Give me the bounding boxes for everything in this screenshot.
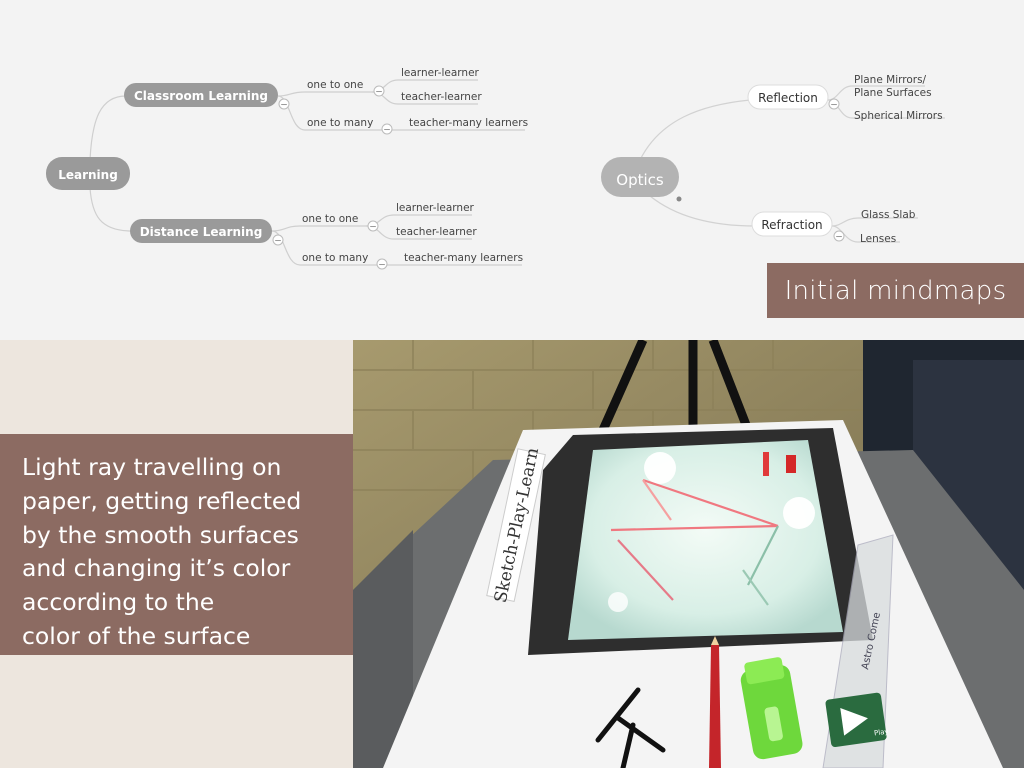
learning-root-node: Learning (46, 157, 130, 190)
svg-text:−: − (274, 237, 282, 247)
distance-one-to-many: one to many (302, 252, 368, 264)
optics-leaf-lenses: Lenses (860, 233, 896, 245)
svg-text:−: − (830, 101, 838, 111)
svg-text:Refraction: Refraction (761, 218, 822, 232)
classroom-one-to-one: one to one (307, 79, 363, 91)
caption-line: according to the (22, 588, 215, 617)
svg-text:Optics: Optics (616, 171, 664, 189)
caption-line: and changing it’s color (22, 554, 291, 583)
initial-mindmaps-caption: Initial mindmaps (767, 263, 1024, 318)
svg-text:−: − (280, 101, 288, 111)
mindmaps-panel: Learning Classroom Learning − Distance L… (0, 0, 1024, 340)
svg-text:−: − (835, 233, 843, 243)
caption-line: Light ray travelling on (22, 453, 282, 481)
svg-text:−: − (383, 126, 391, 136)
distance-leaf-learner-learner: learner-learner (396, 202, 475, 214)
prototype-photo: Sketch-Play-Learn Astro Come Play (353, 340, 1024, 768)
optics-leaf-plane-mirrors: Plane Mirrors/ (854, 74, 927, 86)
svg-text:Reflection: Reflection (758, 91, 818, 105)
svg-text:−: − (369, 223, 377, 233)
distance-one-to-one: one to one (302, 213, 358, 225)
caption-line: paper, getting reflected (22, 486, 302, 515)
play-card: Play (825, 692, 889, 748)
optics-leaf-spherical-mirrors: Spherical Mirrors (854, 110, 943, 122)
optics-leaf-glass-slab: Glass Slab (861, 209, 916, 221)
distance-leaf-teacher-learner: teacher-learner (396, 226, 477, 238)
svg-text:Distance Learning: Distance Learning (140, 225, 263, 239)
distance-leaf-teacher-many: teacher-many learners (404, 252, 523, 264)
optics-leaf-plane-surfaces: Plane Surfaces (854, 87, 932, 99)
svg-text:Learning: Learning (58, 168, 118, 182)
optics-root-node: Optics (601, 157, 682, 202)
caption-line: color of the surface (22, 621, 251, 650)
classroom-learning-node: Classroom Learning − (124, 83, 290, 111)
refraction-node: Refraction − (751, 211, 845, 243)
classroom-leaf-teacher-many: teacher-many learners (409, 117, 528, 129)
light-ray-caption: Light ray travelling on paper, getting r… (0, 434, 353, 655)
caption-line: by the smooth surfaces (22, 520, 299, 549)
distance-learning-node: Distance Learning − (130, 219, 284, 247)
svg-text:−: − (378, 261, 386, 271)
svg-text:Classroom Learning: Classroom Learning (134, 89, 268, 103)
classroom-leaf-learner-learner: learner-learner (401, 67, 480, 79)
classroom-one-to-many: one to many (307, 117, 373, 129)
reflection-node: Reflection − (747, 84, 840, 111)
classroom-leaf-teacher-learner: teacher-learner (401, 91, 482, 103)
svg-text:−: − (375, 88, 383, 98)
